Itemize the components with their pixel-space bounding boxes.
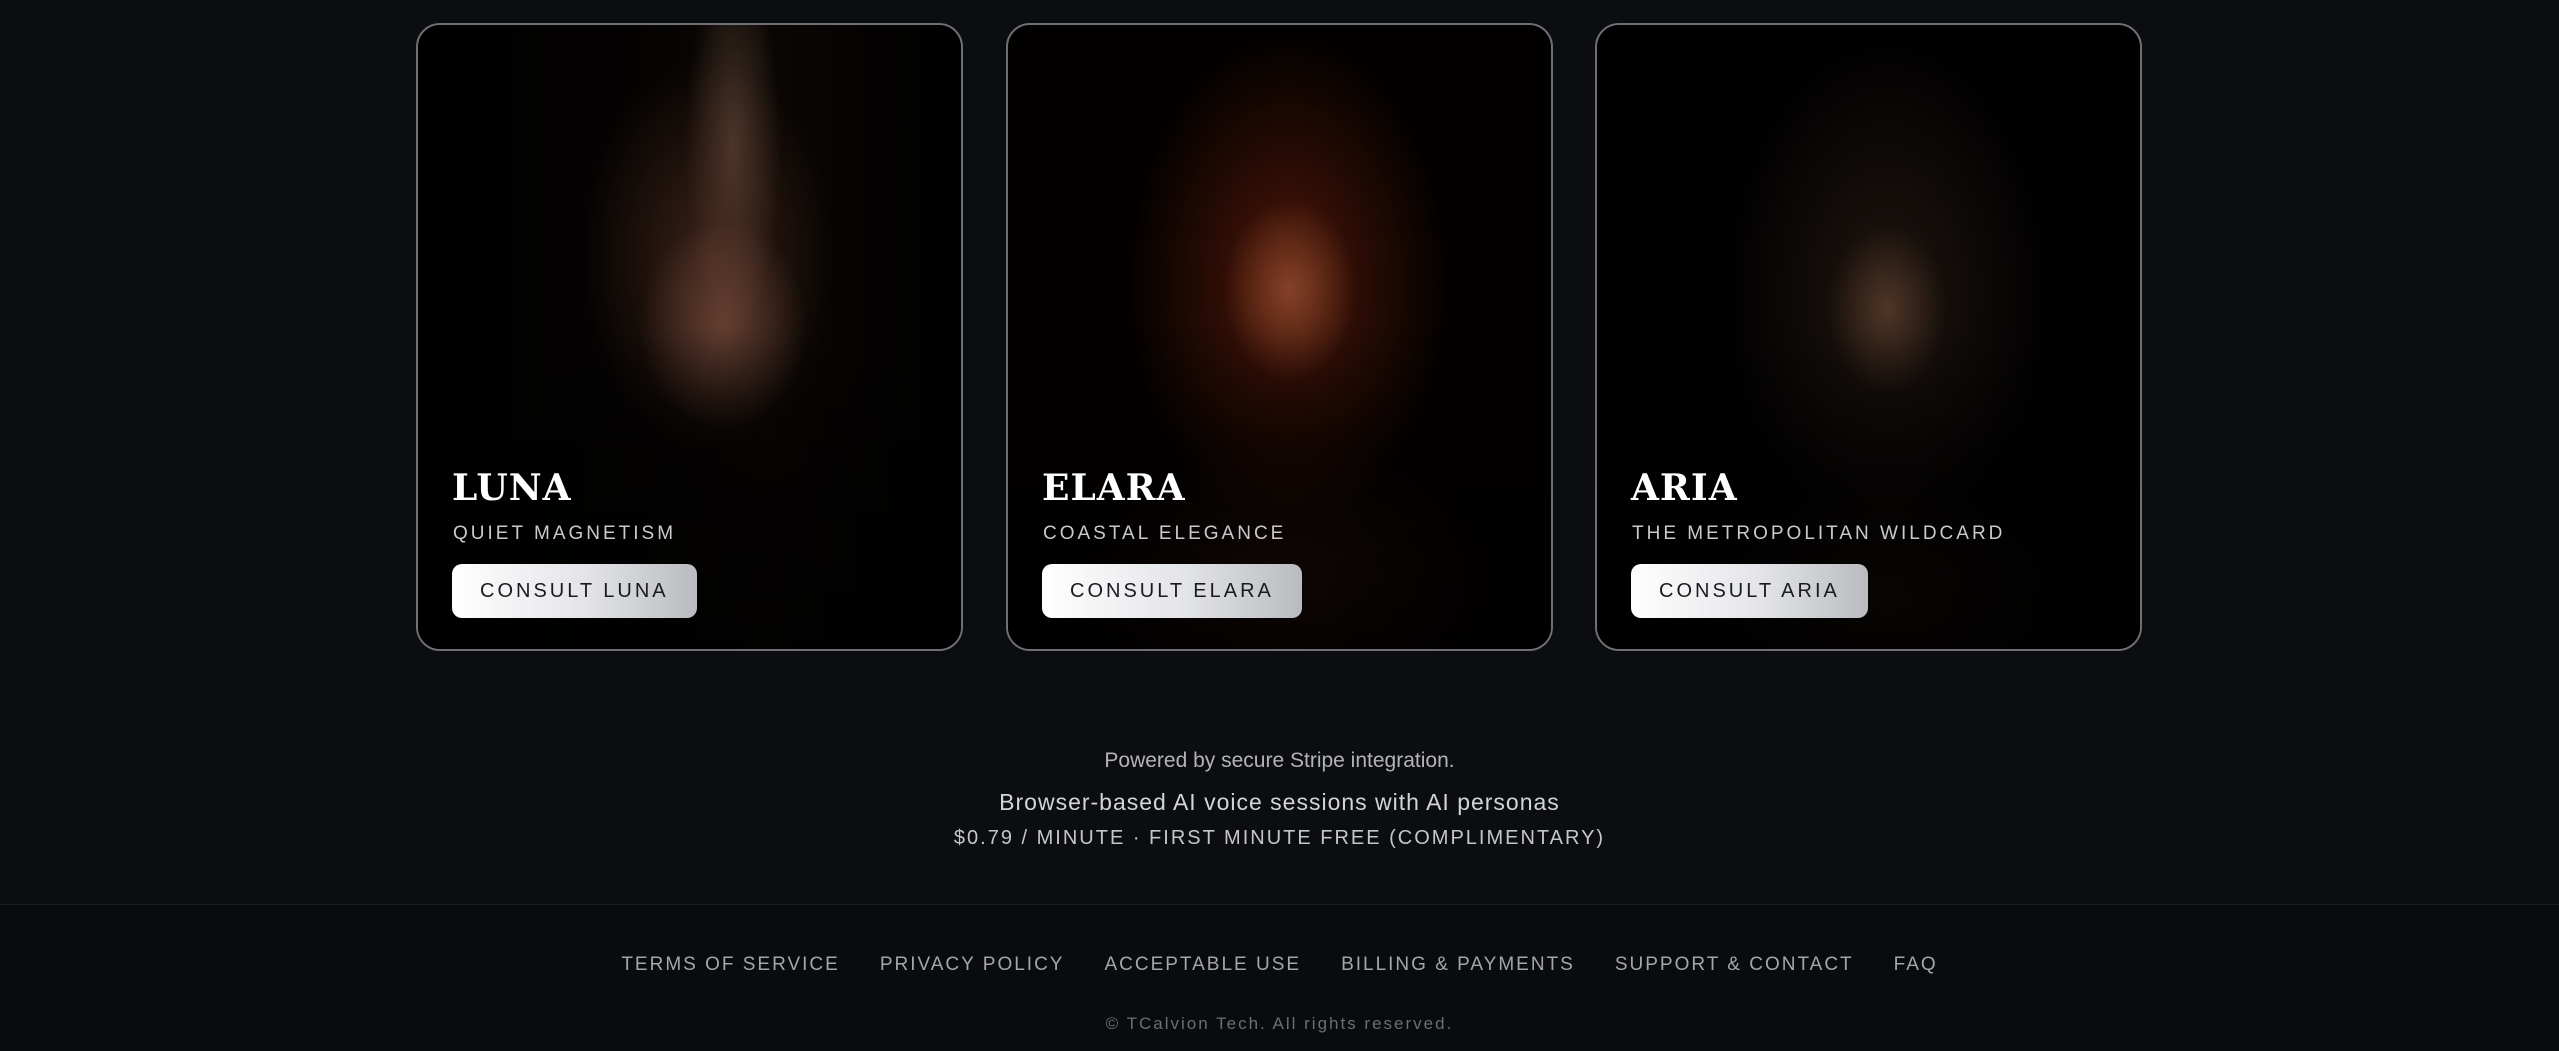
persona-name: ELARA — [1042, 467, 1186, 509]
footer-link-support[interactable]: SUPPORT & CONTACT — [1615, 954, 1854, 976]
footer-link-privacy[interactable]: PRIVACY POLICY — [880, 954, 1065, 976]
footer-link-faq[interactable]: FAQ — [1894, 954, 1938, 976]
footer: TERMS OF SERVICE PRIVACY POLICY ACCEPTAB… — [0, 904, 2559, 1051]
persona-cards: LUNA QUIET MAGNETISM CONSULT LUNA ELARA … — [416, 23, 2144, 653]
consult-aria-button[interactable]: CONSULT ARIA — [1631, 564, 1868, 618]
persona-card-luna[interactable]: LUNA QUIET MAGNETISM CONSULT LUNA — [416, 23, 963, 651]
persona-tagline: QUIET MAGNETISM — [453, 523, 677, 544]
powered-by-text: Powered by secure Stripe integration. — [1104, 749, 1455, 772]
footer-link-acceptable-use[interactable]: ACCEPTABLE USE — [1104, 954, 1301, 976]
persona-name: ARIA — [1631, 467, 1738, 509]
footer-nav: TERMS OF SERVICE PRIVACY POLICY ACCEPTAB… — [0, 954, 2559, 976]
persona-name: LUNA — [452, 467, 572, 509]
pricing-text: $0.79 / MINUTE · FIRST MINUTE FREE (COMP… — [953, 827, 1606, 849]
service-info: Powered by secure Stripe integration. Br… — [0, 745, 2559, 853]
persona-card-elara[interactable]: ELARA COASTAL ELEGANCE CONSULT ELARA — [1006, 23, 1553, 651]
service-subtitle: Browser-based AI voice sessions with AI … — [999, 789, 1560, 815]
persona-tagline: COASTAL ELEGANCE — [1043, 523, 1287, 544]
persona-tagline: THE METROPOLITAN WILDCARD — [1632, 523, 2006, 544]
footer-link-terms[interactable]: TERMS OF SERVICE — [621, 954, 840, 976]
copyright-text: © TCalvion Tech. All rights reserved. — [1105, 1014, 1454, 1033]
persona-card-aria[interactable]: ARIA THE METROPOLITAN WILDCARD CONSULT A… — [1595, 23, 2142, 651]
consult-elara-button[interactable]: CONSULT ELARA — [1042, 564, 1302, 618]
page: LUNA QUIET MAGNETISM CONSULT LUNA ELARA … — [0, 0, 2559, 1051]
consult-luna-button[interactable]: CONSULT LUNA — [452, 564, 697, 618]
footer-link-billing[interactable]: BILLING & PAYMENTS — [1341, 954, 1575, 976]
